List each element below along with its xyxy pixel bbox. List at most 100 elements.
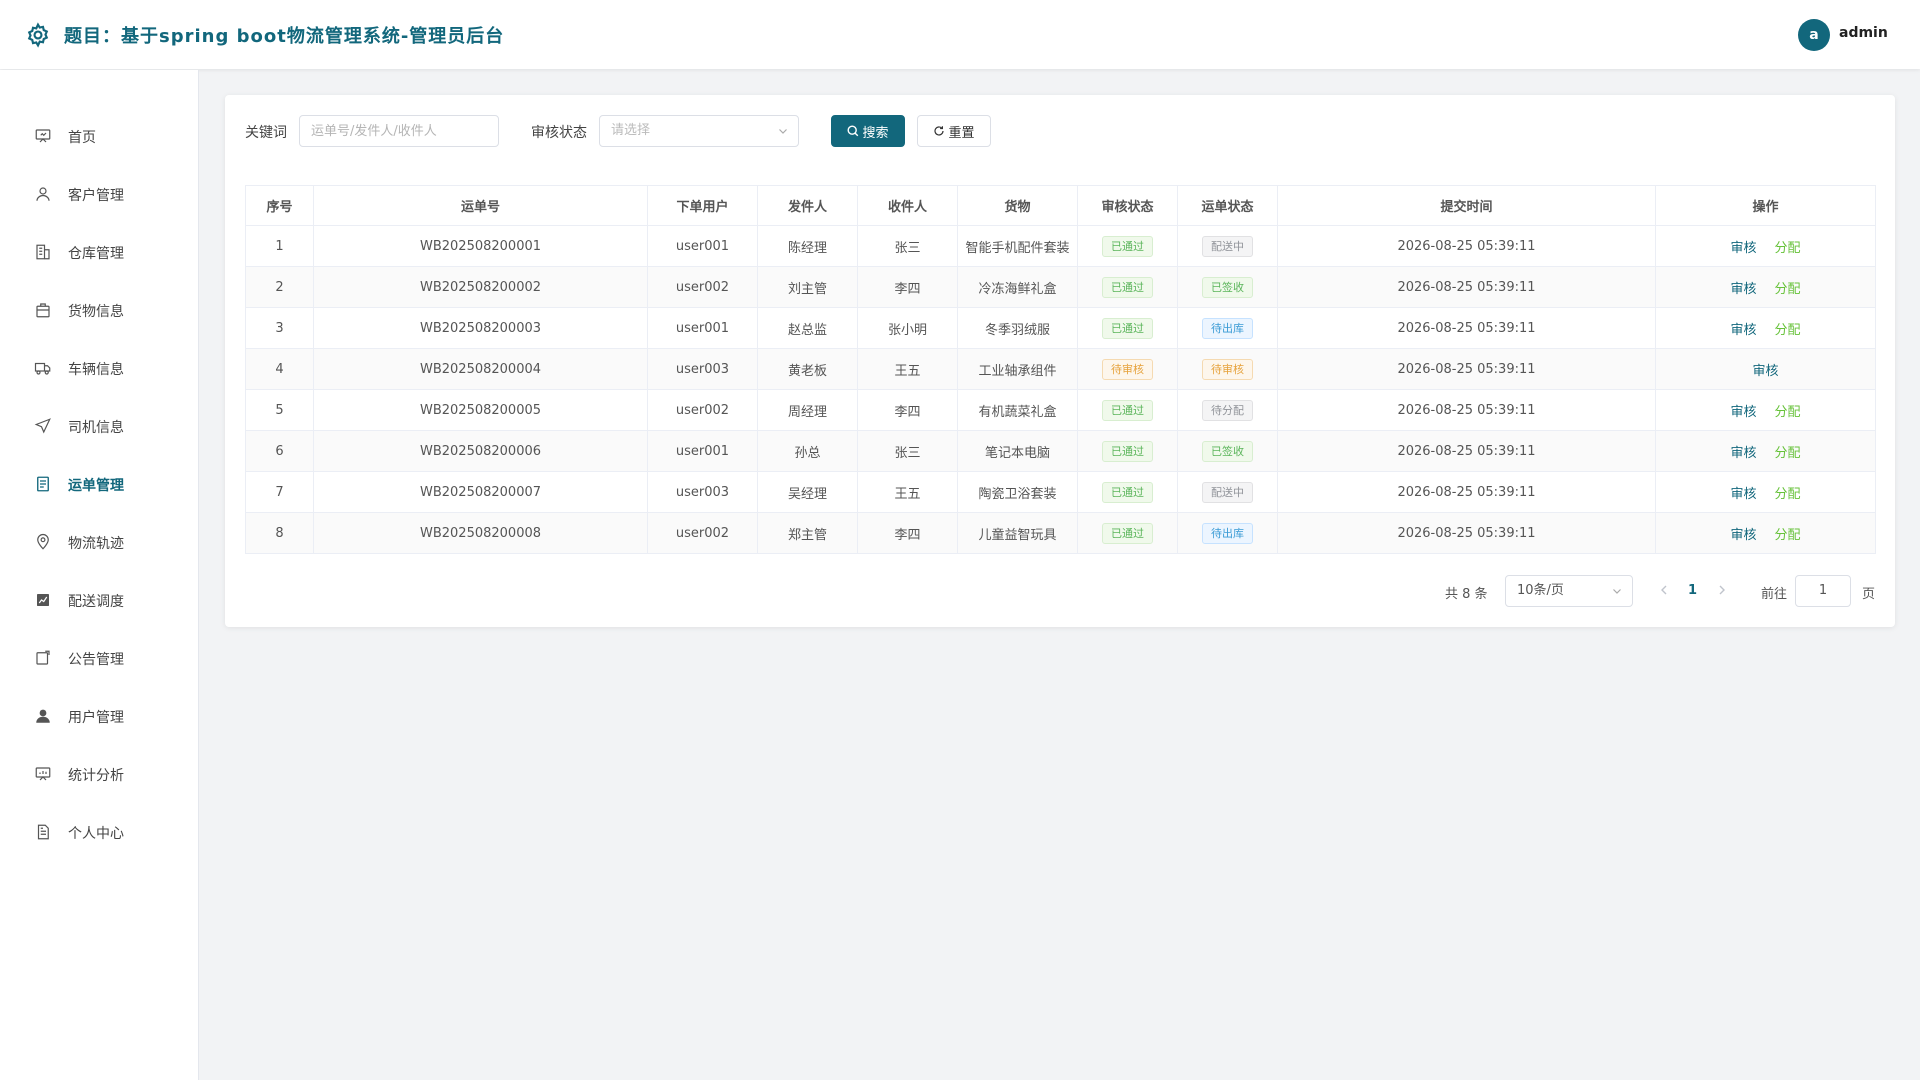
column-header: 收件人	[857, 185, 958, 226]
cell-time: 2026-08-25 05:39:11	[1277, 266, 1656, 308]
audit-link[interactable]: 审核	[1730, 241, 1756, 256]
cell-goods: 笔记本电脑	[957, 430, 1078, 472]
cell-sender: 周经理	[757, 389, 858, 431]
cell-audit: 待审核	[1077, 348, 1178, 390]
cell-user: user001	[647, 225, 758, 267]
waybill-status-badge: 待出库	[1202, 317, 1253, 339]
audit-link[interactable]: 审核	[1730, 282, 1756, 297]
cell-audit: 已通过	[1077, 225, 1178, 267]
assign-link[interactable]: 分配	[1775, 282, 1801, 297]
sidebar-item-waybills[interactable]: 运单管理	[0, 464, 199, 504]
sidebar-item-drivers[interactable]: 司机信息	[0, 406, 199, 446]
navigation-icon	[34, 417, 52, 435]
cell-receiver: 李四	[857, 266, 958, 308]
table-row: 1 WB202508200001 user001 陈经理 张三 智能手机配件套装…	[245, 225, 1876, 267]
sidebar-item-users[interactable]: 用户管理	[0, 696, 199, 736]
cell-waybill: WB202508200006	[313, 430, 648, 472]
keyword-input[interactable]	[299, 115, 499, 147]
column-header: 序号	[245, 185, 314, 226]
goto-page-input[interactable]: 1	[1795, 575, 1851, 607]
cell-status: 已签收	[1177, 430, 1278, 472]
sidebar-item-dispatch[interactable]: 配送调度	[0, 580, 199, 620]
cell-receiver: 张三	[857, 430, 958, 472]
sidebar-item-goods[interactable]: 货物信息	[0, 290, 199, 330]
avatar[interactable]: a	[1798, 19, 1830, 51]
assign-link[interactable]: 分配	[1775, 241, 1801, 256]
page-number-current[interactable]: 1	[1688, 583, 1697, 598]
cell-sender: 赵总监	[757, 307, 858, 349]
cell-waybill: WB202508200005	[313, 389, 648, 431]
sidebar-item-tracking[interactable]: 物流轨迹	[0, 522, 199, 562]
cell-actions: 审核 分配	[1655, 471, 1876, 513]
cell-audit: 已通过	[1077, 307, 1178, 349]
audit-link[interactable]: 审核	[1730, 528, 1756, 543]
column-header: 发件人	[757, 185, 858, 226]
audit-status-badge: 已通过	[1102, 522, 1153, 544]
prev-page-icon[interactable]	[1657, 582, 1671, 598]
cell-user: user002	[647, 512, 758, 554]
assign-link[interactable]: 分配	[1775, 405, 1801, 420]
column-header: 操作	[1655, 185, 1876, 226]
audit-link[interactable]: 审核	[1730, 487, 1756, 502]
cell-no: 8	[245, 512, 314, 554]
reset-button[interactable]: 重置	[917, 115, 991, 147]
sidebar-item-profile[interactable]: 个人中心	[0, 812, 199, 852]
page-size-select[interactable]: 10条/页	[1505, 575, 1633, 607]
sidebar-item-vehicles[interactable]: 车辆信息	[0, 348, 199, 388]
audit-status-badge: 已通过	[1102, 440, 1153, 462]
sidebar-item-statistics[interactable]: 统计分析	[0, 754, 199, 794]
cell-user: user003	[647, 348, 758, 390]
cell-goods: 有机蔬菜礼盒	[957, 389, 1078, 431]
next-page-icon[interactable]	[1715, 582, 1729, 598]
cell-no: 1	[245, 225, 314, 267]
audit-link[interactable]: 审核	[1730, 405, 1756, 420]
audit-status-badge: 已通过	[1102, 481, 1153, 503]
username[interactable]: admin	[1839, 25, 1888, 41]
sidebar-item-label: 仓库管理	[68, 246, 124, 262]
cell-actions: 审核 分配	[1655, 266, 1876, 308]
page-suffix: 页	[1862, 587, 1876, 602]
search-button[interactable]: 搜索	[831, 115, 905, 147]
cell-time: 2026-08-25 05:39:11	[1277, 430, 1656, 472]
cell-no: 2	[245, 266, 314, 308]
sidebar-item-label: 司机信息	[68, 420, 124, 436]
table-row: 4 WB202508200004 user003 黄老板 王五 工业轴承组件 待…	[245, 348, 1876, 390]
cell-no: 5	[245, 389, 314, 431]
profile-doc-icon	[34, 823, 52, 841]
sidebar-item-label: 首页	[68, 130, 96, 146]
cell-receiver: 王五	[857, 471, 958, 513]
sidebar-item-home[interactable]: 首页	[0, 116, 199, 156]
sidebar-item-label: 用户管理	[68, 710, 124, 726]
location-pin-icon	[34, 533, 52, 551]
assign-link[interactable]: 分配	[1775, 446, 1801, 461]
refresh-icon	[934, 126, 945, 136]
page-size-value: 10条/页	[1517, 583, 1564, 598]
cell-waybill: WB202508200002	[313, 266, 648, 308]
table-row: 8 WB202508200008 user002 郑主管 李四 儿童益智玩具 已…	[245, 512, 1876, 554]
audit-status-select[interactable]: 请选择	[599, 115, 799, 147]
user-filled-icon	[34, 707, 52, 725]
audit-link[interactable]: 审核	[1730, 323, 1756, 338]
assign-link[interactable]: 分配	[1775, 323, 1801, 338]
cell-time: 2026-08-25 05:39:11	[1277, 348, 1656, 390]
audit-status-badge: 待审核	[1102, 358, 1153, 380]
audit-link[interactable]: 审核	[1752, 364, 1778, 379]
cell-time: 2026-08-25 05:39:11	[1277, 389, 1656, 431]
cell-status: 待分配	[1177, 389, 1278, 431]
waybill-status-badge: 待分配	[1202, 399, 1253, 421]
cell-user: user001	[647, 307, 758, 349]
table-header-row: 序号 运单号 下单用户 发件人 收件人 货物 审核状态 运单状态 提交时间 操作	[245, 185, 1876, 226]
waybill-status-badge: 已签收	[1202, 440, 1253, 462]
cell-status: 配送中	[1177, 225, 1278, 267]
sidebar-item-customers[interactable]: 客户管理	[0, 174, 199, 214]
sidebar-item-warehouse[interactable]: 仓库管理	[0, 232, 199, 272]
assign-link[interactable]: 分配	[1775, 487, 1801, 502]
audit-link[interactable]: 审核	[1730, 446, 1756, 461]
cell-actions: 审核 分配	[1655, 307, 1876, 349]
cell-no: 7	[245, 471, 314, 513]
truck-icon	[34, 359, 52, 377]
assign-link[interactable]: 分配	[1775, 528, 1801, 543]
sidebar-item-notices[interactable]: 公告管理	[0, 638, 199, 678]
waybill-status-badge: 配送中	[1202, 481, 1253, 503]
cell-user: user002	[647, 266, 758, 308]
